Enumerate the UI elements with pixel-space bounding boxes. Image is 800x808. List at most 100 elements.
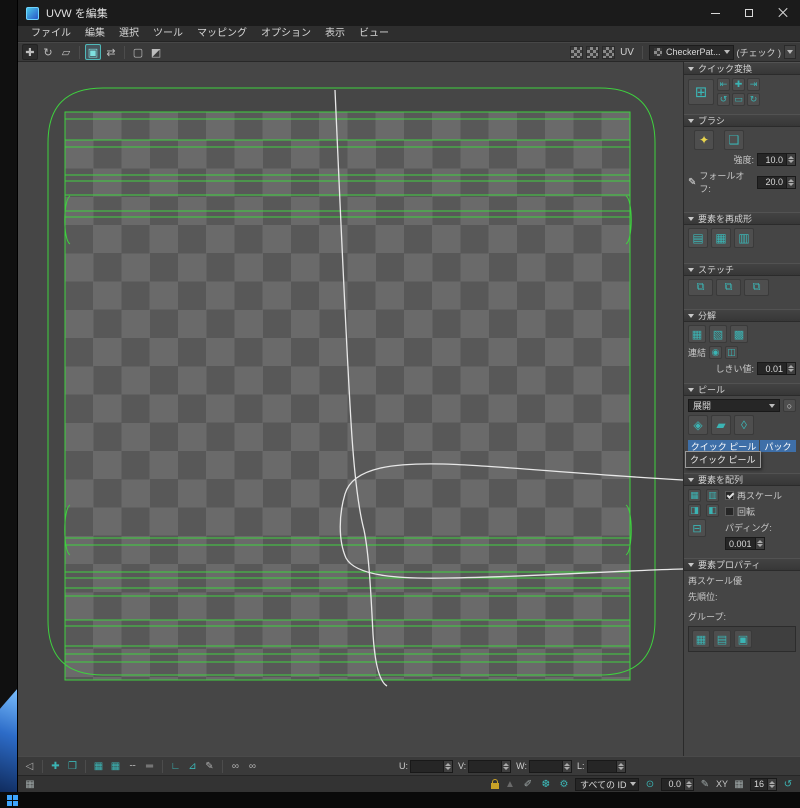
flatten-by-material-button[interactable]: ▩ (730, 325, 748, 343)
rotate-checkbox[interactable] (725, 507, 734, 516)
section-header-stitch[interactable]: ステッチ (684, 263, 800, 276)
lock-aspect-icon[interactable]: ∞ (228, 759, 243, 774)
group-create-button[interactable]: ▤ (713, 630, 731, 648)
grid-size-icon[interactable]: ▦ (732, 777, 746, 791)
menu-select[interactable]: 選択 (112, 26, 146, 42)
relax-button[interactable]: ▥ (734, 228, 754, 248)
pack-full-button[interactable]: ⊟ (688, 519, 706, 537)
move-snap-button[interactable]: ✚ (732, 78, 745, 91)
grid-size-value[interactable]: 16 (750, 778, 768, 791)
unfold-method-dropdown[interactable]: 展開 (688, 399, 780, 412)
section-header-peel[interactable]: ピール (684, 383, 800, 396)
spinner-arrows[interactable] (685, 778, 694, 791)
edit-seams-button[interactable]: ▰ (711, 415, 731, 435)
section-header-brush[interactable]: ブラシ (684, 114, 800, 127)
pixel-snap-icon[interactable]: ▦ (108, 759, 123, 774)
stitch-average-button[interactable]: ⧉ (716, 279, 741, 296)
warning-icon[interactable]: ▲ (503, 777, 517, 791)
material-id-dropdown[interactable]: すべての ID (575, 778, 639, 791)
checker-tiling-icon[interactable] (586, 46, 599, 59)
pencil-icon[interactable]: ✎ (698, 777, 712, 791)
select-mode-button-2[interactable]: ◩ (148, 44, 164, 60)
grid-toggle-icon[interactable]: ▦ (23, 777, 37, 791)
threshold-spinner[interactable]: 0.01 (757, 362, 796, 375)
point-to-point-seam-button[interactable]: ◊ (734, 415, 754, 435)
angle-icon[interactable]: ⊙ (643, 777, 657, 791)
rotate-ccw-button[interactable]: ↺ (717, 93, 730, 106)
padding-spinner[interactable]: 0.001 (725, 537, 796, 550)
menu-tools[interactable]: ツール (146, 26, 190, 42)
pack-custom-button[interactable]: ▥ (706, 489, 719, 502)
strength-value[interactable]: 10.0 (757, 153, 787, 166)
falloff-spinner[interactable]: 20.0 (757, 176, 796, 189)
rotate-tool-button[interactable]: ↻ (40, 44, 56, 60)
uv-canvas[interactable] (18, 62, 683, 756)
maximize-button[interactable] (732, 0, 766, 26)
rectangularize-button[interactable]: ▦ (711, 228, 731, 248)
u-value[interactable] (410, 760, 444, 773)
group-select-button[interactable]: ▦ (692, 630, 710, 648)
menu-options[interactable]: オプション (254, 26, 318, 42)
align-horizontal-button[interactable]: ▭ (732, 93, 745, 106)
pack-normalize-button[interactable]: ▦ (688, 489, 701, 502)
falloff-brush-icon[interactable]: ✎ (688, 177, 696, 188)
select-mode-button-1[interactable]: ▢ (130, 44, 146, 60)
spinner-arrows[interactable] (502, 760, 511, 773)
v-value[interactable] (468, 760, 502, 773)
scale-tool-button[interactable]: ▱ (58, 44, 74, 60)
reset-peel-button[interactable]: ○ (783, 399, 796, 412)
spinner-arrows[interactable] (787, 176, 796, 189)
section-header-element-properties[interactable]: 要素プロパティ (684, 558, 800, 571)
draw-tool-icon[interactable]: ✎ (202, 759, 217, 774)
flatten-by-angle-button[interactable]: ▦ (688, 325, 706, 343)
spinner-arrows[interactable] (756, 537, 765, 550)
section-header-reshape[interactable]: 要素を再成形 (684, 212, 800, 225)
settings-gear-icon[interactable]: ⚙ (557, 777, 571, 791)
move-brush-button[interactable]: ✦ (694, 130, 714, 150)
u-coordinate-field[interactable] (410, 760, 453, 773)
rotate-cw-button[interactable]: ↻ (747, 93, 760, 106)
align-right-button[interactable]: ⇥ (747, 78, 760, 91)
mirror-tool-button[interactable]: ⇄ (103, 44, 119, 60)
grid-size-spinner[interactable]: 16 (750, 778, 777, 791)
texture-display-icon[interactable] (602, 46, 615, 59)
section-header-explode[interactable]: 分解 (684, 309, 800, 322)
spinner-arrows[interactable] (563, 760, 572, 773)
stitch-custom-button[interactable]: ⧉ (688, 279, 713, 296)
peel-mode-button[interactable]: ◈ (688, 415, 708, 435)
angle-snap-icon[interactable]: ∟ (168, 759, 183, 774)
l-value[interactable] (587, 760, 617, 773)
freeform-tool-button[interactable]: ▣ (85, 44, 101, 60)
rescale-elements-button[interactable]: ◨ (688, 504, 701, 517)
weld-selected-button[interactable]: ◫ (725, 346, 738, 359)
edge-ring-icon[interactable]: ═ (142, 759, 157, 774)
menu-view[interactable]: ビュー (352, 26, 396, 42)
angle-value[interactable]: 0.0 (661, 778, 685, 791)
w-value[interactable] (529, 760, 563, 773)
start-button[interactable] (7, 795, 18, 806)
falloff-value[interactable]: 20.0 (757, 176, 787, 189)
lock-selection-icon[interactable] (491, 783, 499, 789)
pack-together-button[interactable]: ◧ (706, 504, 719, 517)
padding-value[interactable]: 0.001 (725, 537, 756, 550)
group-ungroup-button[interactable]: ▣ (734, 630, 752, 648)
edge-loop-icon[interactable]: ╌ (125, 759, 140, 774)
stitch-target-button[interactable]: ⧉ (744, 279, 769, 296)
close-button[interactable] (766, 0, 800, 26)
angle-spinner[interactable]: 0.0 (661, 778, 694, 791)
break-button[interactable]: ◉ (709, 346, 722, 359)
undo-icon[interactable]: ↺ (781, 777, 795, 791)
spinner-arrows[interactable] (787, 153, 796, 166)
freeze-icon[interactable]: ❆ (539, 777, 553, 791)
minimize-button[interactable] (698, 0, 732, 26)
spinner-arrows[interactable] (787, 362, 796, 375)
spinner-arrows[interactable] (444, 760, 453, 773)
selection-arrow-icon[interactable]: ◁ (22, 759, 37, 774)
cube-snap-icon[interactable]: ❒ (65, 759, 80, 774)
menu-file[interactable]: ファイル (24, 26, 78, 42)
spinner-arrows[interactable] (768, 778, 777, 791)
planar-align-button[interactable]: ⊞ (688, 79, 714, 105)
strength-spinner[interactable]: 10.0 (757, 153, 796, 166)
corner-snap-icon[interactable]: ⊿ (185, 759, 200, 774)
rescale-checkbox[interactable] (725, 491, 734, 500)
